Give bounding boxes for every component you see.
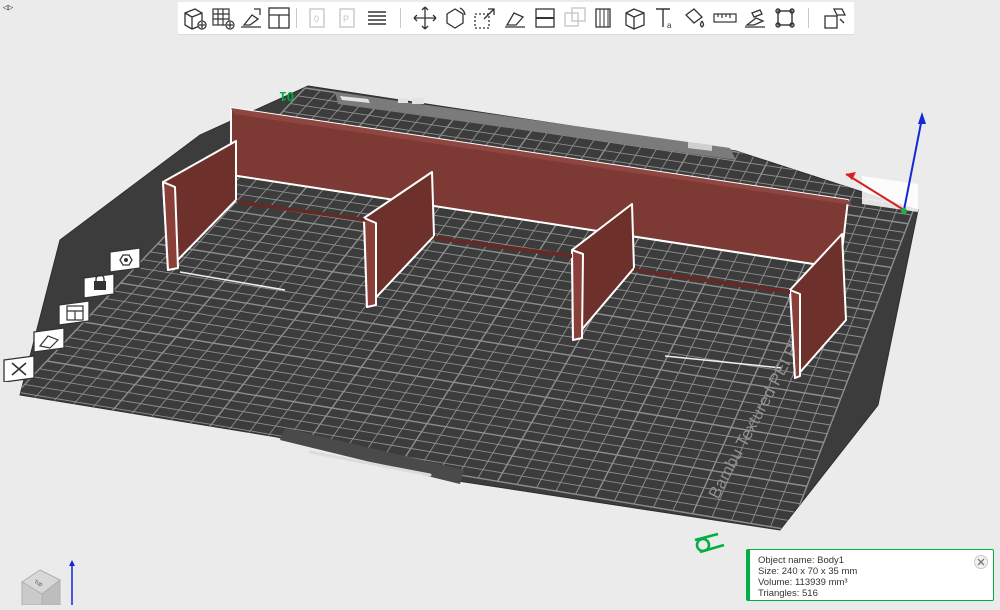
arrange-icon[interactable]: [266, 5, 292, 31]
color-paint-icon[interactable]: [682, 5, 708, 31]
remove-instance-icon: P: [334, 5, 360, 31]
object-size: Size: 240 x 70 x 35 mm: [758, 566, 858, 577]
cut-icon[interactable]: [532, 5, 558, 31]
plate-number: 01: [280, 89, 294, 104]
svg-text:P: P: [343, 14, 349, 24]
close-icon[interactable]: [974, 555, 988, 569]
object-volume: Volume: 113939 mm³: [758, 577, 848, 588]
boolean-icon: [562, 5, 588, 31]
lock-icon[interactable]: [80, 272, 118, 300]
lay-flat-icon[interactable]: [502, 5, 528, 31]
assembly-icon[interactable]: [742, 5, 768, 31]
object-info-panel: Object name: Body1 Size: 240 x 70 x 35 m…: [746, 549, 994, 601]
object-triangles: Triangles: 516: [758, 588, 818, 599]
svg-text:0: 0: [314, 14, 319, 24]
object-name: Object name: Body1: [758, 555, 845, 566]
3d-viewport[interactable]: 01 Bambu Textured PEI Plate: [0, 0, 1000, 605]
sidebar-toggle-icon[interactable]: ◁▷: [2, 2, 14, 14]
split-icon[interactable]: [364, 5, 390, 31]
view-cube[interactable]: Top: [14, 558, 84, 606]
ruler-icon[interactable]: [712, 5, 738, 31]
gear-nut-icon[interactable]: [106, 246, 144, 274]
scale-icon[interactable]: [472, 5, 498, 31]
origin-marker: [694, 532, 725, 554]
add-cube-icon[interactable]: [182, 5, 208, 31]
seam-paint-icon[interactable]: [622, 5, 648, 31]
close-icon[interactable]: [2, 354, 40, 382]
text-icon[interactable]: a: [652, 5, 678, 31]
assembly-view-icon[interactable]: [822, 5, 848, 31]
add-plate-icon[interactable]: [210, 5, 236, 31]
move-icon[interactable]: [412, 5, 438, 31]
copy-icon: 0: [304, 5, 330, 31]
orient-icon[interactable]: [238, 5, 264, 31]
svg-text:a: a: [667, 21, 672, 30]
brim-ears-icon[interactable]: [772, 5, 798, 31]
arrange-icon[interactable]: [55, 299, 93, 327]
main-toolbar: 0 P a: [178, 2, 854, 35]
orient-icon[interactable]: [30, 326, 68, 354]
support-paint-icon[interactable]: [592, 5, 618, 31]
rotate-icon[interactable]: [442, 5, 468, 31]
